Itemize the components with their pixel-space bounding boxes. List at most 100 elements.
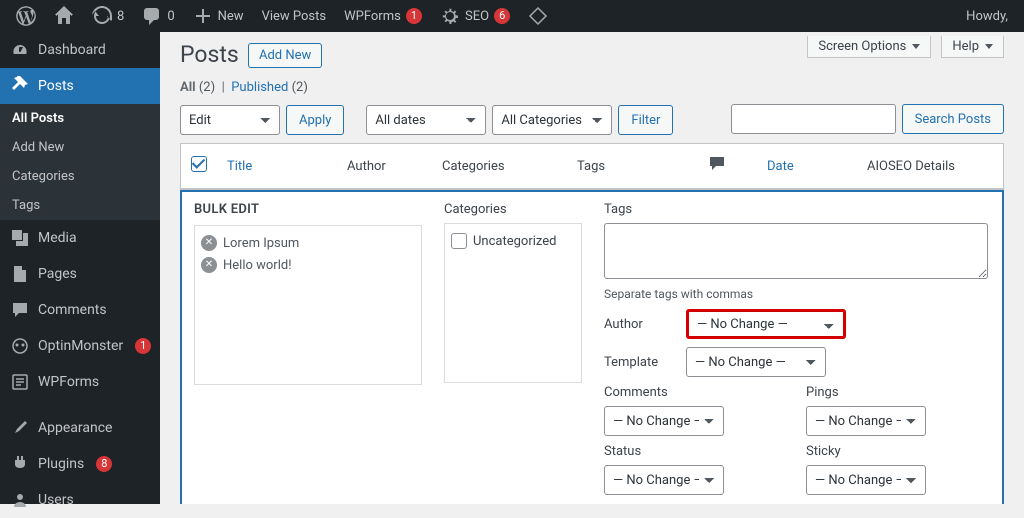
search-input[interactable] [731,104,896,134]
template-field: Template — No Change — [604,347,988,377]
menu-plugins[interactable]: Plugins8 [0,446,160,482]
bulk-action-select[interactable]: Edit [180,105,280,135]
status-label: Status [604,444,786,459]
menu-label: Dashboard [38,42,106,58]
plugin-icon [10,454,30,474]
bulk-edit-posts-list[interactable]: ✕ Lorem Ipsum ✕Hello world! [194,225,422,385]
optinmonster-icon [10,336,30,356]
category-checkbox[interactable] [451,233,467,249]
help-toggle[interactable]: Help [941,36,1004,58]
menu-label: Plugins [38,456,84,472]
apply-button[interactable]: Apply [286,105,344,135]
plus-icon [193,6,213,26]
site-home[interactable] [46,0,82,32]
filter-button[interactable]: Filter [618,105,673,135]
menu-optinmonster[interactable]: OptinMonster 1 [0,328,160,364]
view-posts[interactable]: View Posts [254,0,335,32]
submenu-tags[interactable]: Tags [0,191,160,220]
seo-label: SEO [465,9,489,24]
dashboard-icon [10,40,30,60]
wordpress-icon [16,6,36,26]
tags-hint: Separate tags with commas [604,287,988,301]
diamond-icon [528,6,548,26]
template-select[interactable]: — No Change — [686,347,826,377]
new-content[interactable]: New [185,0,252,32]
remove-icon[interactable]: ✕ [201,235,217,251]
submenu-categories[interactable]: Categories [0,162,160,191]
wpforms-icon [10,372,30,392]
menu-media[interactable]: Media [0,220,160,256]
col-date[interactable]: Date [757,144,857,189]
author-select[interactable]: — No Change — [686,309,846,339]
search-button[interactable]: Search Posts [902,104,1004,134]
comments-select[interactable]: — No Change — [604,406,724,436]
posts-submenu: All Posts Add New Categories Tags [0,104,160,220]
howdy[interactable]: Howdy, [958,0,1016,32]
seo-menu[interactable]: SEO6 [432,0,518,32]
categories-checklist[interactable]: Uncategorized [444,223,582,383]
add-new-button[interactable]: Add New [248,43,322,68]
wpforms-badge: 1 [406,8,422,24]
posts-table: Title Author Categories Tags Date AIOSEO… [180,143,1004,190]
comments-count: 0 [167,9,174,24]
bulk-post-item: ✕ Lorem Ipsum [201,232,415,254]
pings-select[interactable]: — No Change — [806,406,926,436]
caret-down-icon [985,44,993,49]
sticky-select[interactable]: — No Change — [806,465,926,495]
filter-all[interactable]: All [180,80,196,95]
menu-label: WPForms [38,374,99,390]
col-comments[interactable] [697,144,757,189]
search-box: Search Posts [731,104,1004,134]
col-author: Author [337,144,432,189]
wp-logo[interactable] [8,0,44,32]
col-title[interactable]: Title [217,144,337,189]
pages-icon [10,264,30,284]
tags-textarea[interactable] [604,223,988,279]
tags-label: Tags [604,202,988,217]
menu-label: Appearance [38,420,112,436]
optin-badge: 1 [135,338,151,354]
menu-users[interactable]: Users [0,482,160,518]
menu-label: OptinMonster [38,338,123,354]
menu-label: Users [38,492,74,508]
menu-dashboard[interactable]: Dashboard [0,32,160,68]
author-field: Author — No Change — [604,309,988,339]
category-item[interactable]: Uncategorized [451,230,575,252]
select-all-checkbox[interactable] [191,156,207,172]
media-icon [10,228,30,248]
updates-count: 8 [117,9,124,24]
menu-wpforms[interactable]: WPForms [0,364,160,400]
wpforms-menu[interactable]: WPForms1 [336,0,430,32]
menu-comments[interactable]: Comments [0,292,160,328]
users-icon [10,490,30,510]
category-filter-select[interactable]: All Categories [492,105,612,135]
bulk-edit-panel: BULK EDIT ✕Lorem Ipsum ✕Hello world! Cat… [180,190,1004,504]
updates[interactable]: 8 [84,0,132,32]
menu-pages[interactable]: Pages [0,256,160,292]
date-filter-select[interactable]: All dates [366,105,486,135]
menu-label: Media [38,230,77,246]
screen-options-toggle[interactable]: Screen Options [807,36,931,58]
bulk-post-item: ✕Hello world! [201,254,415,276]
menu-appearance[interactable]: Appearance [0,410,160,446]
caret-down-icon [912,44,920,49]
filter-all-count: (2) [199,80,215,95]
post-title: Lorem Ipsum [223,236,299,251]
remove-icon[interactable]: ✕ [201,257,217,273]
filter-published[interactable]: Published [231,80,288,95]
template-label: Template [604,355,674,370]
col-aioseo: AIOSEO Details [857,144,1003,189]
status-select[interactable]: — No Change — [604,465,724,495]
pin-icon [10,76,30,96]
diamond-menu[interactable] [520,0,556,32]
comment-icon [707,154,727,174]
seo-gear-icon [440,6,460,26]
menu-label: Comments [38,302,107,318]
updates-icon [92,6,112,26]
submenu-all-posts[interactable]: All Posts [0,104,160,133]
submenu-add-new[interactable]: Add New [0,133,160,162]
comments-bubble[interactable]: 0 [134,0,182,32]
brush-icon [10,418,30,438]
comment-icon [10,300,30,320]
menu-posts[interactable]: Posts [0,68,160,104]
